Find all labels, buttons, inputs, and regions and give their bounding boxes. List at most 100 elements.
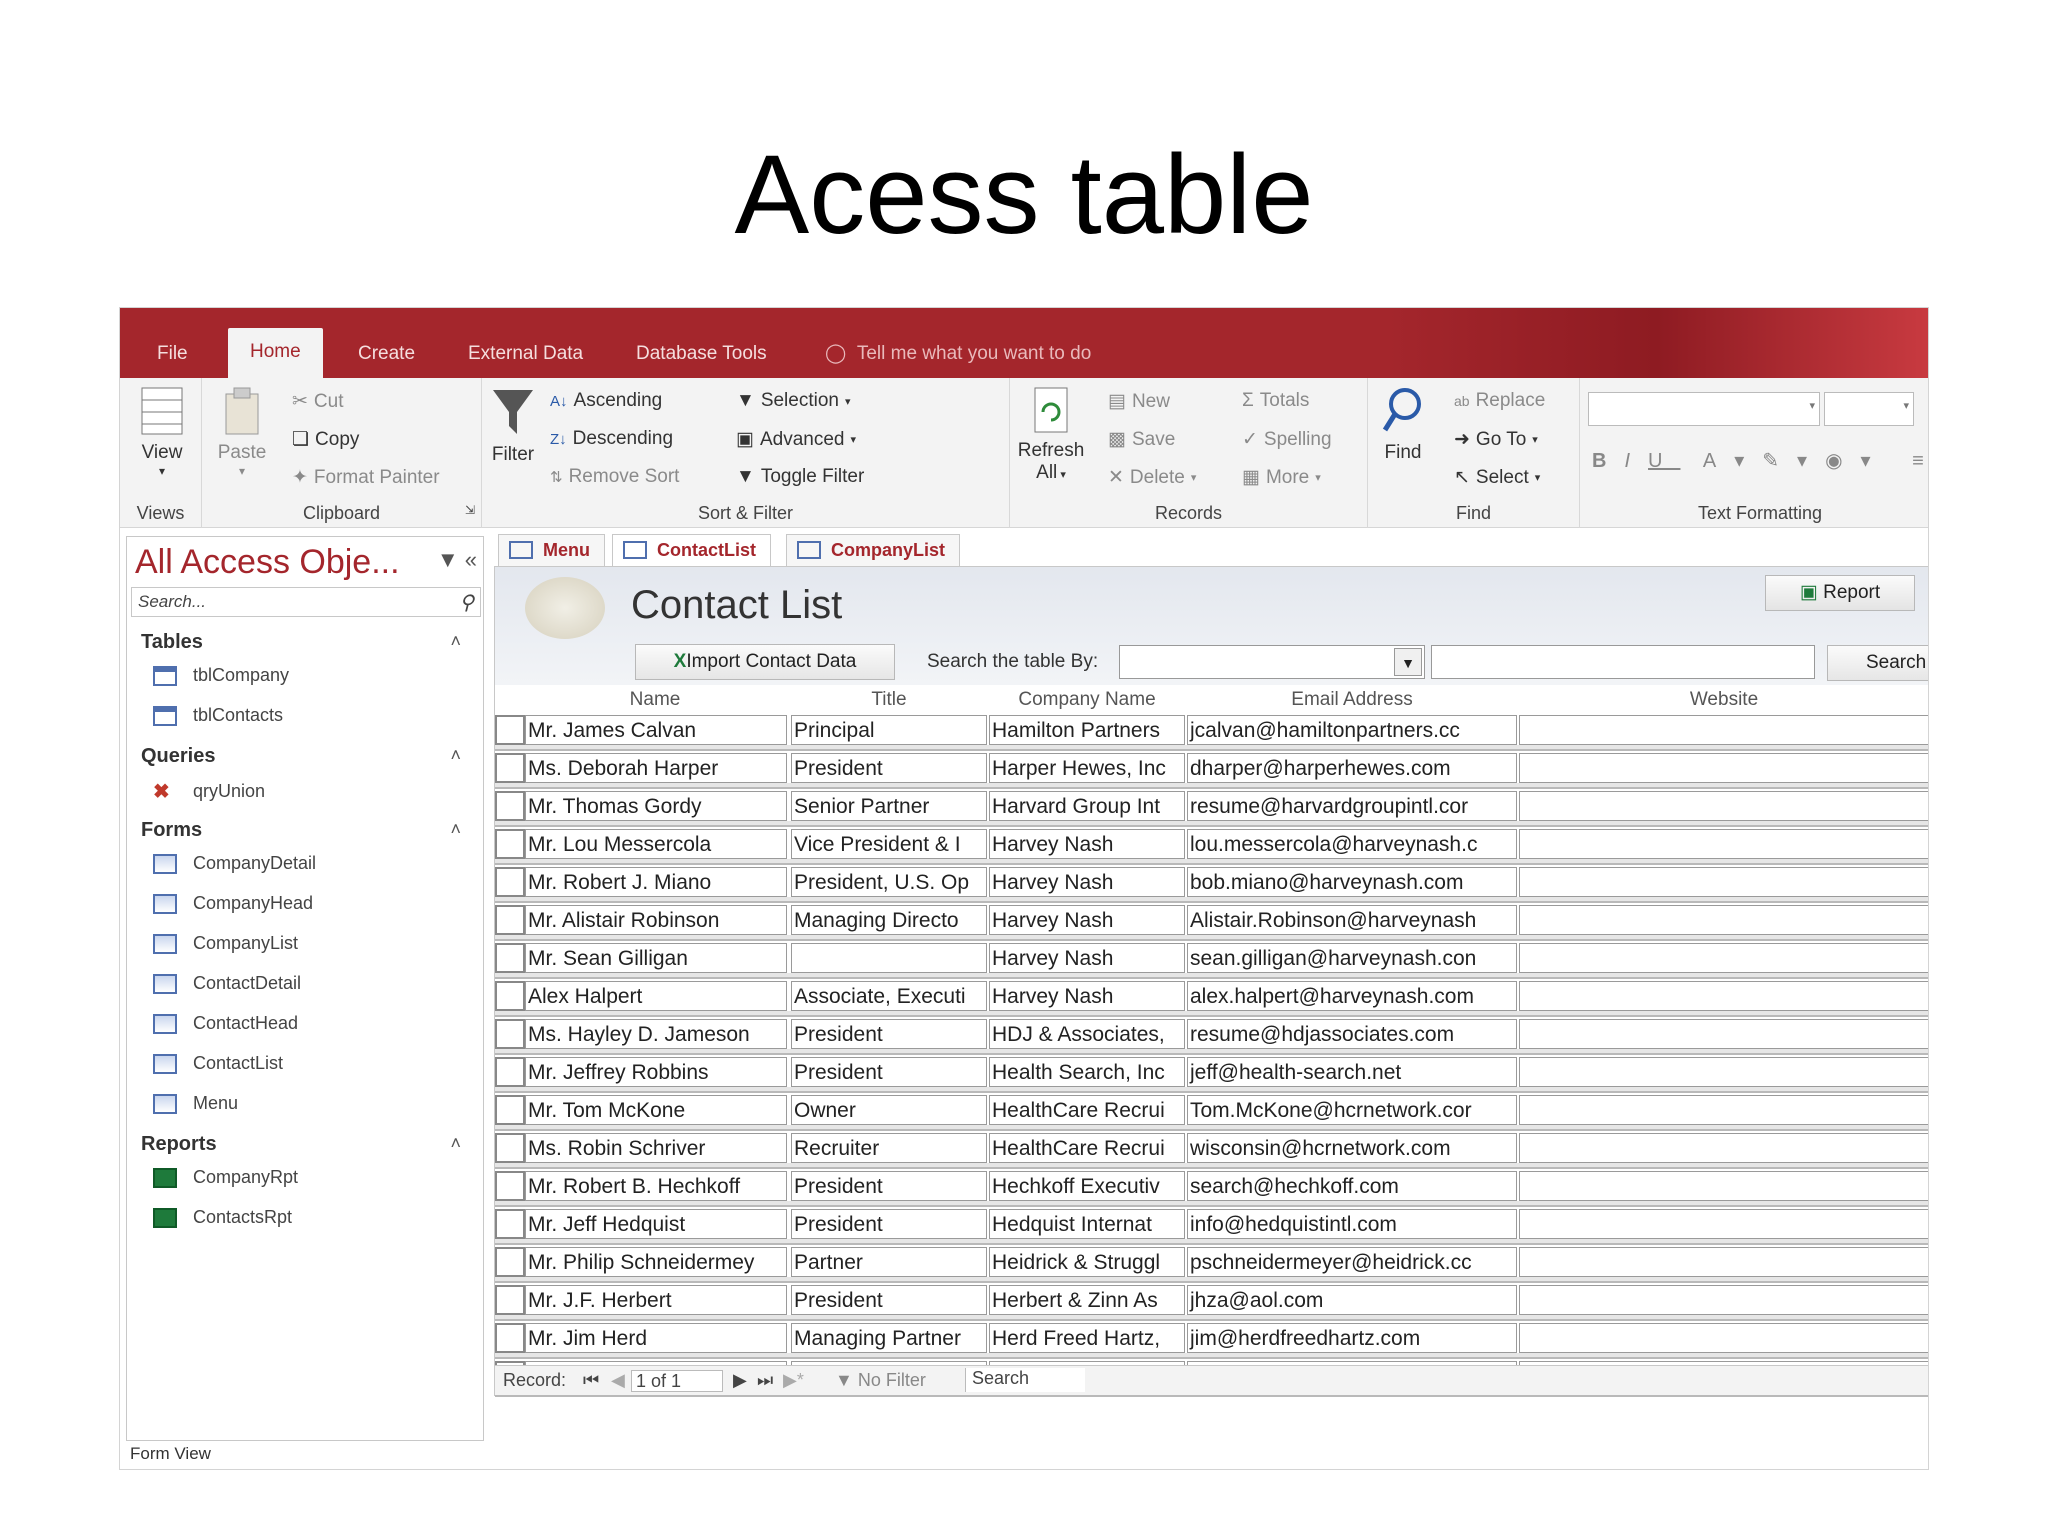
name-cell[interactable]: Mr. Lou Messercola <box>525 829 787 859</box>
format-buttons[interactable]: BIU A▾✎▾◉▾ ≡≡ <box>1592 448 1928 473</box>
website-cell[interactable] <box>1519 943 1928 973</box>
delete-record-button[interactable]: ✕ Delete ▾ <box>1108 466 1196 489</box>
website-cell[interactable] <box>1519 1171 1928 1201</box>
email-cell[interactable]: resume@hdjassociates.com <box>1187 1019 1517 1049</box>
website-cell[interactable] <box>1519 905 1928 935</box>
name-cell[interactable]: Mr. Jeff Hedquist <box>525 1209 787 1239</box>
website-cell[interactable] <box>1519 1323 1928 1353</box>
search-field-combo[interactable]: ▼ <box>1119 645 1425 679</box>
record-selector[interactable] <box>495 1133 525 1163</box>
nav-section-tables[interactable]: Tables <box>141 631 203 654</box>
record-selector[interactable] <box>495 1247 525 1277</box>
first-record-icon[interactable]: ⏮ <box>583 1370 599 1391</box>
website-cell[interactable] <box>1519 1095 1928 1125</box>
tab-home[interactable]: Home <box>228 328 323 378</box>
company-cell[interactable]: HealthCare Recrui <box>989 1133 1185 1163</box>
name-cell[interactable]: Mr. Thomas Gordy <box>525 791 787 821</box>
search-icon[interactable]: ⚲ <box>459 590 474 615</box>
website-cell[interactable] <box>1519 1209 1928 1239</box>
website-cell[interactable] <box>1519 867 1928 897</box>
record-selector[interactable] <box>495 867 525 897</box>
name-cell[interactable]: Mr. Philip Schneidermey <box>525 1247 787 1277</box>
nav-item-companydetail[interactable]: CompanyDetail <box>153 853 316 874</box>
nav-menu-chevron-icon[interactable]: ▼ <box>437 547 459 572</box>
nav-section-queries[interactable]: Queries <box>141 745 215 768</box>
website-cell[interactable] <box>1519 753 1928 783</box>
record-search-input[interactable]: Search <box>965 1368 1085 1392</box>
name-cell[interactable]: Mr. Jim Herd <box>525 1323 787 1353</box>
paste-button[interactable]: Paste ▾ <box>210 386 274 478</box>
doc-tab-menu[interactable]: Menu <box>498 534 605 566</box>
name-cell[interactable]: Alex Halpert <box>525 981 787 1011</box>
website-cell[interactable] <box>1519 1285 1928 1315</box>
collapse-chevron-icon[interactable]: ˄ <box>450 631 461 652</box>
tab-create[interactable]: Create <box>358 330 415 378</box>
nav-section-reports[interactable]: Reports <box>141 1133 217 1156</box>
find-button[interactable]: Find <box>1376 386 1430 464</box>
record-selector[interactable] <box>495 1285 525 1315</box>
company-cell[interactable]: HealthCare Recrui <box>989 1095 1185 1125</box>
new-record-button[interactable]: ▤ New <box>1108 390 1170 413</box>
title-cell[interactable]: Associate, Executi <box>791 981 987 1011</box>
email-cell[interactable]: lou.messercola@harveynash.c <box>1187 829 1517 859</box>
website-cell[interactable] <box>1519 1133 1928 1163</box>
nav-item-menu[interactable]: Menu <box>153 1093 238 1114</box>
nav-section-forms[interactable]: Forms <box>141 819 202 842</box>
title-cell[interactable]: Recruiter <box>791 1133 987 1163</box>
tab-file[interactable]: File <box>157 330 188 378</box>
toggle-filter-button[interactable]: ▼ Toggle Filter <box>736 466 864 488</box>
selection-button[interactable]: ▼ Selection ▾ <box>736 390 851 412</box>
record-selector[interactable] <box>495 791 525 821</box>
email-cell[interactable]: info@hedquistintl.com <box>1187 1209 1517 1239</box>
tab-external-data[interactable]: External Data <box>468 330 583 378</box>
table-row[interactable]: Ms. Hayley D. Jameson President HDJ & Asso… <box>495 1017 1928 1055</box>
website-cell[interactable] <box>1519 791 1928 821</box>
company-cell[interactable]: Heidrick & Struggl <box>989 1247 1185 1277</box>
title-cell[interactable]: Managing Partner <box>791 1323 987 1353</box>
title-cell[interactable]: Vice President & I <box>791 829 987 859</box>
name-cell[interactable]: Mr. James Calvan <box>525 715 787 745</box>
table-row[interactable]: Mr. Philip Schneidermey Partner Heidrick &… <box>495 1245 1928 1283</box>
title-cell[interactable]: Principal <box>791 715 987 745</box>
table-row[interactable]: Mr. James Calvan Principal Hamilton Partne… <box>495 713 1928 751</box>
save-record-button[interactable]: ▩ Save <box>1108 428 1175 451</box>
company-cell[interactable]: Harper Hewes, Inc <box>989 753 1185 783</box>
company-cell[interactable]: HDJ & Associates, <box>989 1019 1185 1049</box>
current-record-field[interactable]: 1 of 1 <box>631 1370 723 1392</box>
title-cell[interactable]: President, U.S. Op <box>791 867 987 897</box>
table-row[interactable]: Ms. Robin Schriver Recruiter HealthCare Re… <box>495 1131 1928 1169</box>
table-row[interactable]: Mr. Jeffrey Robbins President Health Searc… <box>495 1055 1928 1093</box>
collapse-chevron-icon[interactable]: ˄ <box>450 745 461 766</box>
company-cell[interactable]: Harvard Group Int <box>989 791 1185 821</box>
import-contact-data-button[interactable]: XImport Contact Data <box>635 644 895 680</box>
spelling-button[interactable]: ✓ Spelling <box>1242 428 1332 451</box>
record-selector[interactable] <box>495 1057 525 1087</box>
chevron-down-icon[interactable]: ▼ <box>1394 648 1422 676</box>
name-cell[interactable]: Mr. J.F. Herbert <box>525 1285 787 1315</box>
record-selector[interactable] <box>495 1095 525 1125</box>
record-selector[interactable] <box>495 829 525 859</box>
company-cell[interactable]: Harvey Nash <box>989 829 1185 859</box>
company-cell[interactable]: Harvey Nash <box>989 905 1185 935</box>
doc-tab-contactlist[interactable]: ContactList <box>612 534 771 566</box>
no-filter-indicator[interactable]: ▼ No Filter <box>835 1370 926 1391</box>
go-to-button[interactable]: ➜ Go To ▾ <box>1454 428 1538 451</box>
name-cell[interactable]: Ms. Hayley D. Jameson <box>525 1019 787 1049</box>
select-button[interactable]: ↖ Select ▾ <box>1454 466 1540 489</box>
search-text-input[interactable] <box>1431 645 1815 679</box>
report-button[interactable]: ▣ Report <box>1765 575 1915 611</box>
filter-button[interactable]: Filter <box>488 386 538 466</box>
title-cell[interactable]: President <box>791 1019 987 1049</box>
next-record-icon[interactable]: ▶ <box>733 1370 747 1391</box>
nav-item-contactsrpt[interactable]: ContactsRpt <box>153 1207 292 1228</box>
email-cell[interactable]: Alistair.Robinson@harveynash <box>1187 905 1517 935</box>
refresh-all-button[interactable]: Refresh All ▾ <box>1016 386 1086 484</box>
totals-button[interactable]: Σ Totals <box>1242 390 1309 412</box>
table-row[interactable]: Mr. Robert J. Miano President, U.S. Op Har… <box>495 865 1928 903</box>
name-cell[interactable]: Ms. Robin Schriver <box>525 1133 787 1163</box>
title-cell[interactable]: President <box>791 753 987 783</box>
website-cell[interactable] <box>1519 829 1928 859</box>
title-cell[interactable] <box>791 943 987 973</box>
nav-item-qryunion[interactable]: ✖ qryUnion <box>153 779 265 804</box>
remove-sort-button[interactable]: ⇅ Remove Sort <box>550 466 679 488</box>
